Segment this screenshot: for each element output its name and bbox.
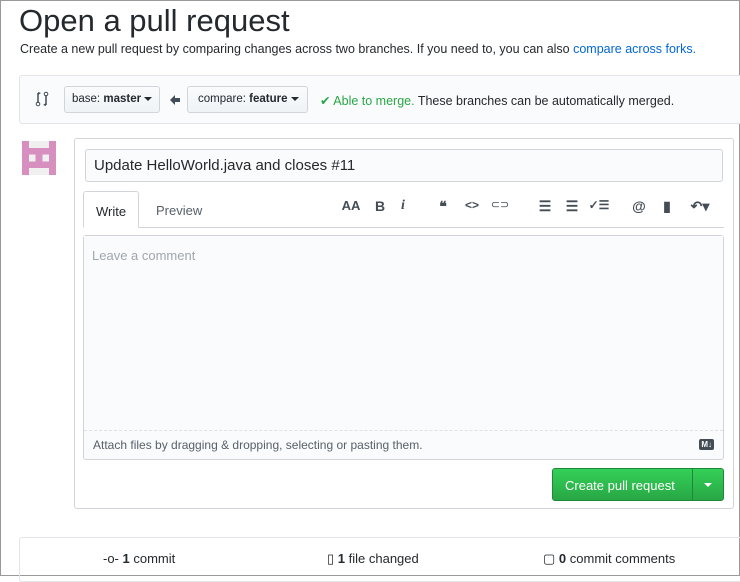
create-pull-request-button[interactable]: Create pull request	[553, 469, 693, 500]
base-value: master	[103, 93, 142, 105]
mention-icon[interactable]: @	[629, 198, 649, 214]
create-pull-request-button-group: Create pull request	[552, 468, 724, 501]
files-label: file changed	[348, 551, 419, 566]
tab-preview[interactable]: Preview	[144, 191, 214, 228]
check-icon: ✔	[320, 94, 331, 108]
italic-icon[interactable]: i	[393, 198, 413, 214]
commits-count: 1	[122, 551, 130, 566]
avatar[interactable]	[21, 141, 57, 175]
files-count: 1	[337, 551, 346, 566]
link-icon[interactable]: ⊂⊃	[490, 198, 510, 211]
file-diff-icon: ▯	[327, 551, 335, 566]
saved-replies-icon[interactable]: ▮	[657, 198, 677, 215]
compare-value: feature	[249, 93, 288, 105]
base-label: base:	[72, 93, 101, 105]
commits-label: commit	[133, 551, 176, 566]
files-stat[interactable]: ▯ 1 file changed	[327, 551, 419, 567]
page-subtitle: Create a new pull request by comparing c…	[20, 42, 696, 56]
unordered-list-icon[interactable]: ☰	[535, 198, 555, 215]
task-list-icon[interactable]: ✓☰	[587, 198, 611, 212]
comments-label: commit comments	[569, 551, 676, 566]
merge-message: These branches can be automatically merg…	[417, 94, 675, 108]
compare-bar: base: master compare: feature ✔ Able to …	[19, 75, 740, 124]
comment-box: Attach files by dragging & dropping, sel…	[83, 235, 724, 460]
comment-icon: ▢	[543, 551, 556, 566]
reply-icon[interactable]: ↶▾	[686, 198, 714, 215]
compare-label: compare:	[198, 93, 246, 105]
base-branch-select[interactable]: base: master	[64, 86, 161, 113]
page-title: Open a pull request	[19, 3, 290, 38]
attach-files-text[interactable]: Attach files by dragging & dropping, sel…	[93, 438, 423, 452]
quote-icon[interactable]: ❝	[433, 198, 453, 215]
comments-stat[interactable]: ▢ 0 commit comments	[543, 551, 675, 567]
compare-arrows-icon	[35, 91, 49, 107]
compare-branch-select[interactable]: compare: feature	[187, 86, 308, 113]
merge-status-label: Able to merge.	[333, 94, 415, 108]
caret-down-icon	[144, 96, 153, 101]
comment-textarea[interactable]	[84, 236, 723, 431]
subtitle-text: Create a new pull request by comparing c…	[20, 42, 574, 56]
code-icon[interactable]: <>	[462, 198, 482, 212]
arrow-left-icon	[170, 95, 180, 105]
commit-icon: -o-	[103, 551, 119, 566]
caret-down-icon	[290, 96, 299, 101]
comments-count: 0	[558, 551, 567, 566]
pr-summary: -o- 1 commit ▯ 1 file changed ▢ 0 commit…	[19, 537, 740, 582]
create-options-dropdown[interactable]	[693, 469, 723, 500]
heading-icon[interactable]: AA	[341, 198, 361, 213]
commits-stat[interactable]: -o- 1 commit	[103, 551, 175, 566]
merge-status: ✔ Able to merge. These branches can be a…	[320, 93, 674, 108]
caret-down-icon	[704, 482, 712, 487]
tab-write[interactable]: Write	[83, 191, 140, 228]
ordered-list-icon[interactable]: ☰	[562, 198, 582, 215]
bold-icon[interactable]: B	[370, 198, 390, 214]
compare-across-forks-link[interactable]: compare across forks.	[573, 42, 696, 56]
markdown-icon[interactable]: M↓	[699, 439, 714, 450]
tab-divider	[83, 227, 724, 228]
pr-title-input[interactable]	[85, 149, 723, 182]
